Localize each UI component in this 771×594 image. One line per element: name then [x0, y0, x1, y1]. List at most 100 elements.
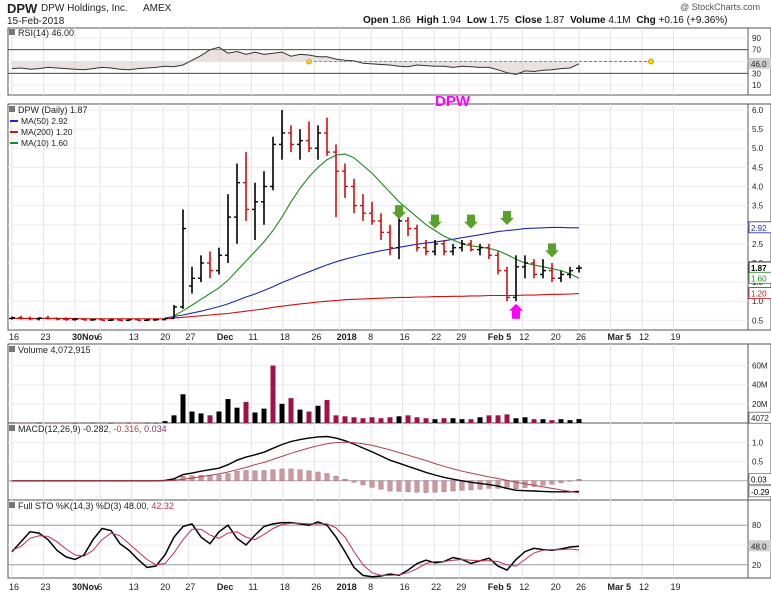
macd-histogram-bar — [450, 480, 456, 492]
volume-bar — [207, 415, 213, 423]
x-tick-label: 19 — [671, 582, 681, 592]
price-right-label: 2.92 — [751, 224, 767, 233]
volume-bar — [396, 416, 402, 423]
x-tick-label: 16 — [400, 582, 410, 592]
stockcharts-page: DPW DPW Holdings, Inc. AMEX 15-Feb-2018 … — [0, 0, 771, 594]
rsi-current-label: 46.0 — [751, 60, 767, 69]
price-tick-label: 4.5 — [752, 163, 764, 172]
x-tick-label: 6 — [97, 332, 102, 342]
x-tick-label: 18 — [280, 582, 290, 592]
x-tick-label: 22 — [431, 582, 441, 592]
volume-bar — [576, 419, 582, 423]
volume-bar — [567, 420, 573, 423]
x-tick-label: 12 — [639, 582, 649, 592]
rsi-marker-dot — [648, 58, 654, 65]
panel-frame-sto — [7, 499, 749, 579]
x-tick-label: 26 — [576, 582, 586, 592]
macd-histogram-bar — [432, 480, 438, 493]
volume-bar — [531, 419, 537, 423]
price-tick-label: 5.0 — [752, 144, 764, 153]
macd-histogram-bar — [180, 475, 186, 481]
macd-histogram-bar — [351, 480, 357, 483]
x-tick-label: 27 — [185, 332, 195, 342]
volume-bar — [558, 419, 564, 423]
sto-title-part: , 42.32 — [146, 501, 174, 511]
macd-histogram-bar — [279, 468, 285, 481]
macd-right-label: -0.29 — [751, 488, 770, 497]
macd-histogram-bar — [243, 470, 249, 481]
volume-bar — [252, 412, 258, 423]
sto-title: Full STO %K(14,3) %D(3) 48.00, 42.32 — [18, 501, 174, 511]
sto-tick-label: 20 — [752, 561, 761, 570]
macd-histogram-bar — [342, 479, 348, 481]
volume-bar — [279, 403, 285, 423]
x-tick-label: 16 — [9, 332, 19, 342]
volume-bar — [225, 399, 231, 423]
macd-title-part: , -0.316 — [109, 424, 140, 434]
x-tick-label: 2018 — [337, 582, 357, 592]
volume-bar — [9, 422, 15, 424]
volume-bar — [504, 414, 510, 423]
stock-chart: 16 23 30Nov6 13 20 27 Dec 11 18 26 2018 8 16 22 29 Feb … — [7, 27, 771, 592]
volume-bar — [351, 417, 357, 423]
x-tick-label: 20 — [160, 332, 170, 342]
x-tick-label: 12 — [519, 332, 529, 342]
macd-histogram-bar — [549, 480, 555, 485]
volume-bar — [171, 415, 177, 423]
volume-bar — [432, 419, 438, 423]
volume-bar — [513, 418, 519, 423]
volume-bar — [315, 405, 321, 423]
rsi-title-icon — [9, 29, 15, 35]
legend-entry: MA(10) 1.60 — [21, 138, 68, 148]
macd-histogram-bar — [288, 468, 294, 481]
x-tick-label: 20 — [551, 582, 561, 592]
volume-bar — [405, 415, 411, 423]
volume-bar — [468, 419, 474, 423]
macd-histogram-bar — [360, 480, 366, 486]
sto-title-icon — [9, 502, 15, 508]
panel-frame-vol — [7, 343, 749, 424]
macd-histogram-bar — [441, 480, 447, 493]
rsi-title: RSI(14) 46.00 — [18, 28, 74, 38]
x-tick-label: 26 — [311, 582, 321, 592]
x-tick-label: 11 — [248, 582, 257, 592]
volume-bar — [360, 418, 366, 423]
macd-tick-label: 0.5 — [752, 458, 764, 467]
macd-histogram-bar — [333, 475, 339, 481]
volume-bar — [441, 418, 447, 423]
x-tick-label: 23 — [41, 582, 51, 592]
x-tick-label: 30Nov — [72, 582, 99, 592]
macd-histogram-bar — [369, 480, 375, 488]
macd-right-label: 0.03 — [751, 476, 767, 485]
x-tick-label: 8 — [368, 332, 373, 342]
price-tick-label: 4.0 — [752, 182, 764, 191]
volume-bar — [189, 411, 195, 423]
x-tick-label: 6 — [97, 582, 102, 592]
x-tick-label: 16 — [400, 332, 410, 342]
macd-histogram-bar — [477, 480, 483, 490]
x-tick-label: 30Nov — [72, 332, 99, 342]
volume-bar — [243, 401, 249, 423]
x-tick-label: 13 — [129, 582, 139, 592]
macd-histogram-bar — [270, 469, 276, 481]
x-tick-label: 8 — [368, 582, 373, 592]
x-tick-label: 22 — [431, 332, 441, 342]
macd-histogram-bar — [315, 471, 321, 481]
price-tick-label: 3.5 — [752, 202, 764, 211]
sto-title-part: Full STO %K(14,3) %D(3) — [18, 501, 121, 511]
volume-title-icon — [9, 346, 15, 352]
volume-bar — [306, 411, 312, 423]
panel-frame-price — [7, 103, 749, 331]
volume-bar — [324, 400, 330, 423]
macd-histogram-bar — [540, 480, 546, 486]
volume-bar — [180, 394, 186, 423]
macd-title: MACD(12,26,9) -0.282, -0.316, 0.034 — [18, 424, 167, 434]
x-tick-label: Dec — [217, 332, 234, 342]
price-right-label: 1.20 — [751, 290, 767, 299]
macd-histogram-bar — [234, 471, 240, 481]
sto-title-part: 48.00 — [121, 501, 146, 511]
rsi-tick-label: 30 — [752, 69, 761, 78]
x-tick-label: 12 — [639, 332, 649, 342]
rsi-tick-label: 10 — [752, 81, 761, 90]
volume-bar — [162, 421, 168, 423]
